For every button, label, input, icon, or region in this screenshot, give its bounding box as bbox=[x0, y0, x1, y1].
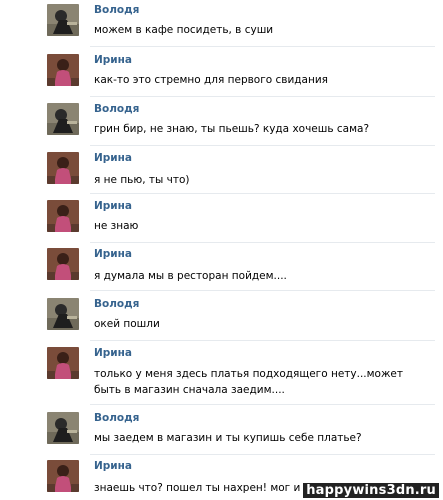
avatar-volodya[interactable] bbox=[47, 103, 79, 135]
message-text: я думала мы в ресторан пойдем.... bbox=[94, 270, 287, 282]
avatar-irina[interactable] bbox=[47, 200, 79, 232]
divider bbox=[90, 96, 435, 97]
sender-name[interactable]: Ирина bbox=[94, 200, 132, 212]
avatar-irina[interactable] bbox=[47, 248, 79, 280]
divider bbox=[90, 290, 435, 291]
sender-name[interactable]: Володя bbox=[94, 298, 139, 310]
divider bbox=[90, 454, 435, 455]
avatar-irina[interactable] bbox=[47, 54, 79, 86]
divider bbox=[90, 193, 435, 194]
avatar-volodya[interactable] bbox=[47, 4, 79, 36]
message-text: мы заедем в магазин и ты купишь себе пла… bbox=[94, 432, 362, 444]
message-text: только у меня здесь платья подходящего н… bbox=[94, 368, 404, 396]
avatar-volodya[interactable] bbox=[47, 298, 79, 330]
message-text: грин бир, не знаю, ты пьешь? куда хочешь… bbox=[94, 123, 370, 135]
sender-name[interactable]: Володя bbox=[94, 4, 139, 16]
divider bbox=[90, 145, 435, 146]
sender-name[interactable]: Ирина bbox=[94, 54, 132, 66]
message-text: я не пью, ты что) bbox=[94, 174, 190, 186]
message-text: как-то это стремно для первого свидания bbox=[94, 74, 328, 86]
message-text: можем в кафе посидеть, в суши bbox=[94, 24, 274, 36]
watermark: happywins3dn.ru bbox=[303, 483, 439, 498]
avatar-volodya[interactable] bbox=[47, 412, 79, 444]
sender-name[interactable]: Ирина bbox=[94, 152, 132, 164]
avatar-irina[interactable] bbox=[47, 347, 79, 379]
message-text: окей пошли bbox=[94, 318, 160, 330]
sender-name[interactable]: Ирина bbox=[94, 460, 132, 472]
sender-name[interactable]: Ирина bbox=[94, 248, 132, 260]
divider bbox=[90, 242, 435, 243]
sender-name[interactable]: Володя bbox=[94, 412, 139, 424]
message-text: не знаю bbox=[94, 220, 139, 232]
divider bbox=[90, 340, 435, 341]
sender-name[interactable]: Володя bbox=[94, 103, 139, 115]
sender-name[interactable]: Ирина bbox=[94, 347, 132, 359]
avatar-irina[interactable] bbox=[47, 152, 79, 184]
avatar-irina[interactable] bbox=[47, 460, 79, 492]
divider bbox=[90, 46, 435, 47]
divider bbox=[90, 404, 435, 405]
